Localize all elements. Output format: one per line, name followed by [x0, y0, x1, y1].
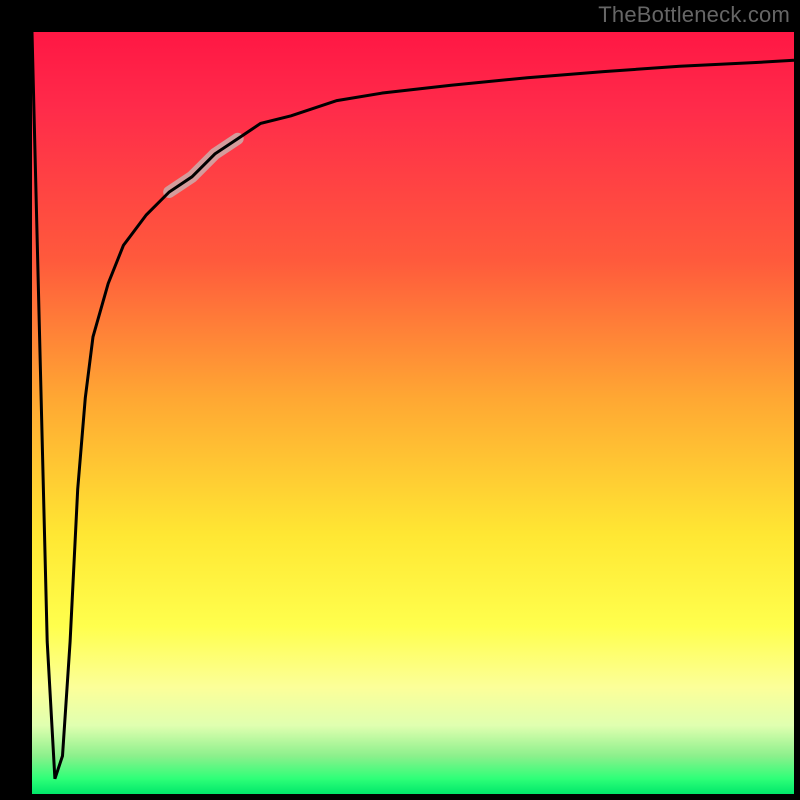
- curve-layer: [32, 32, 794, 794]
- chart-stage: TheBottleneck.com: [0, 0, 800, 800]
- main-curve: [32, 32, 794, 779]
- plot-area: [32, 32, 794, 794]
- watermark-label: TheBottleneck.com: [598, 2, 790, 28]
